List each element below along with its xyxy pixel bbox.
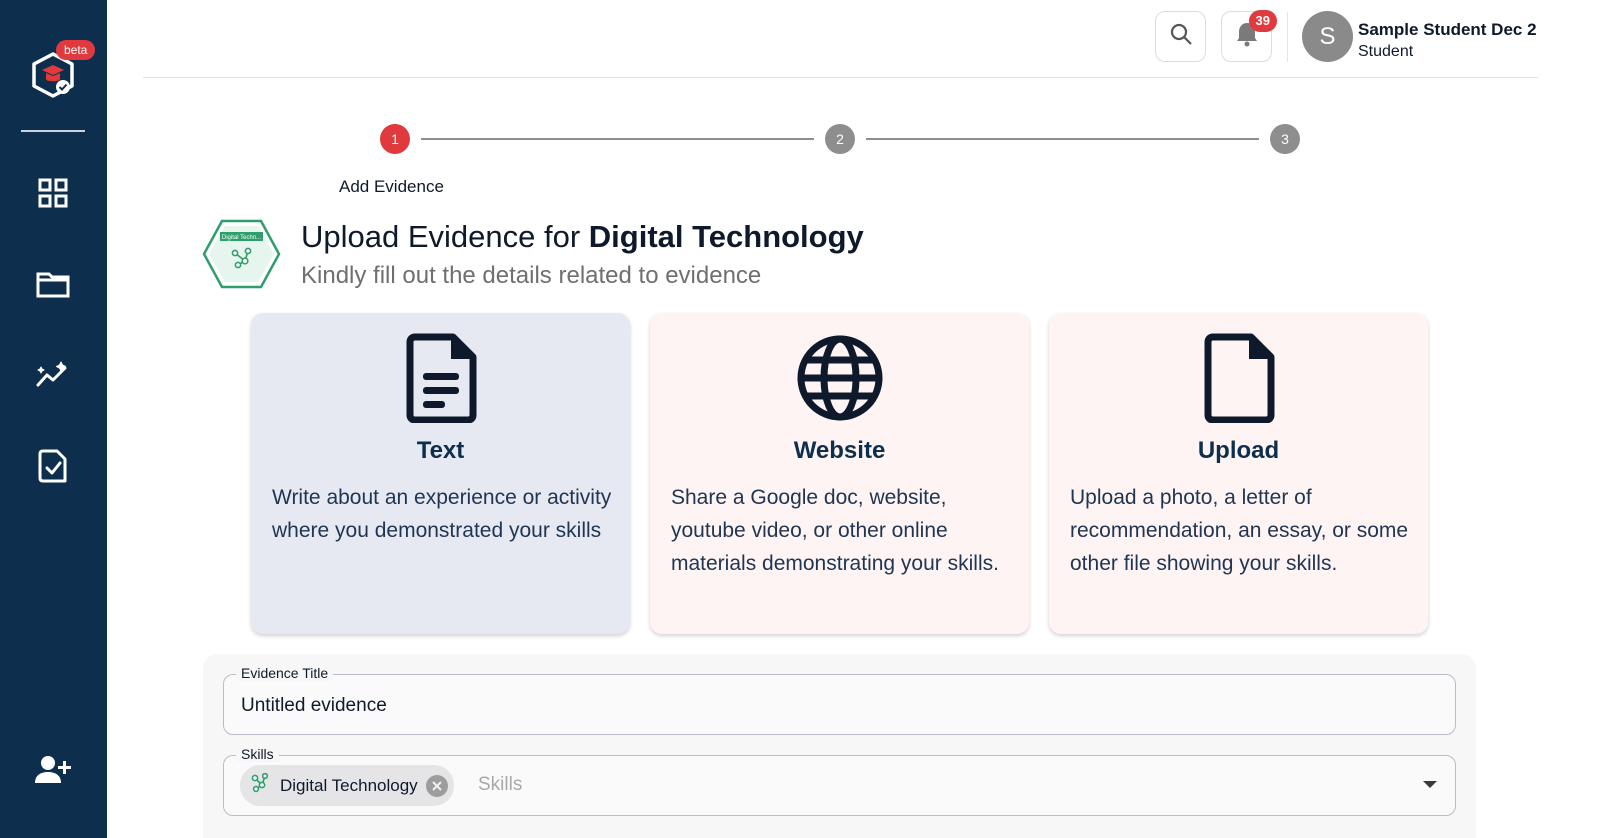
card-title: Website (793, 437, 886, 464)
search-button[interactable] (1155, 11, 1206, 62)
skills-select[interactable]: Skills Digital Technology Skills (223, 746, 1456, 816)
evidence-type-website-card[interactable]: Website Share a Google doc, website, you… (650, 313, 1029, 634)
skill-chip-label: Digital Technology (280, 775, 418, 795)
grid-icon[interactable] (33, 173, 73, 213)
skill-badge-icon: Digital Techn... (202, 219, 281, 289)
file-icon (1049, 333, 1428, 423)
page-subtitle: Kindly fill out the details related to e… (301, 262, 762, 289)
card-description: Write about an experience or activity wh… (272, 486, 612, 542)
page-title-skill: Digital Technology (588, 219, 864, 254)
stepper-connector (866, 138, 1259, 140)
page-title-prefix: Upload Evidence for (301, 219, 581, 254)
card-title: Text (416, 437, 465, 464)
badge-check-icon[interactable] (33, 446, 73, 486)
page-title: Upload Evidence for Digital Technology (301, 219, 864, 255)
add-user-icon[interactable] (33, 750, 73, 790)
skill-network-icon (250, 772, 270, 798)
skills-placeholder[interactable]: Skills (478, 774, 522, 796)
skills-label: Skills (236, 746, 279, 762)
user-role: Student (1358, 43, 1414, 60)
beta-badge: beta (56, 40, 96, 60)
globe-icon (650, 333, 1029, 423)
card-title: Upload (1197, 437, 1280, 464)
user-name[interactable]: Sample Student Dec 2 (1358, 20, 1537, 40)
evidence-title-field[interactable]: Evidence Title (223, 665, 1456, 735)
card-description: Share a Google doc, website, youtube vid… (671, 486, 999, 575)
document-icon (251, 333, 630, 423)
evidence-type-upload-card[interactable]: Upload Upload a photo, a letter of recom… (1049, 313, 1428, 634)
notifications-button[interactable]: 39 (1221, 10, 1277, 62)
notification-count-badge: 39 (1248, 10, 1277, 32)
evidence-title-input[interactable] (241, 695, 1391, 717)
step-3: 3 (1270, 124, 1300, 154)
remove-chip-icon[interactable] (425, 774, 448, 797)
step-2: 2 (825, 124, 855, 154)
skill-chip[interactable]: Digital Technology (240, 765, 454, 806)
evidence-type-text-card[interactable]: Text Write about an experience or activi… (251, 313, 630, 634)
sidebar: beta (0, 0, 107, 838)
stepper-connector (421, 138, 814, 140)
folder-icon[interactable] (33, 264, 73, 304)
chart-sparkle-icon[interactable] (33, 355, 73, 395)
skill-badge-text: Digital Techn... (222, 235, 262, 241)
sidebar-divider (21, 130, 85, 132)
step-1: 1 (380, 124, 410, 154)
header-bottom-border (143, 77, 1538, 78)
step-1-label: Add Evidence (339, 177, 444, 196)
chevron-down-icon[interactable] (1423, 781, 1437, 788)
card-description: Upload a photo, a letter of recommendati… (1070, 486, 1409, 575)
evidence-title-label: Evidence Title (236, 665, 334, 681)
avatar[interactable]: S (1302, 11, 1353, 62)
search-icon (1169, 22, 1193, 51)
header-divider (1287, 12, 1288, 62)
